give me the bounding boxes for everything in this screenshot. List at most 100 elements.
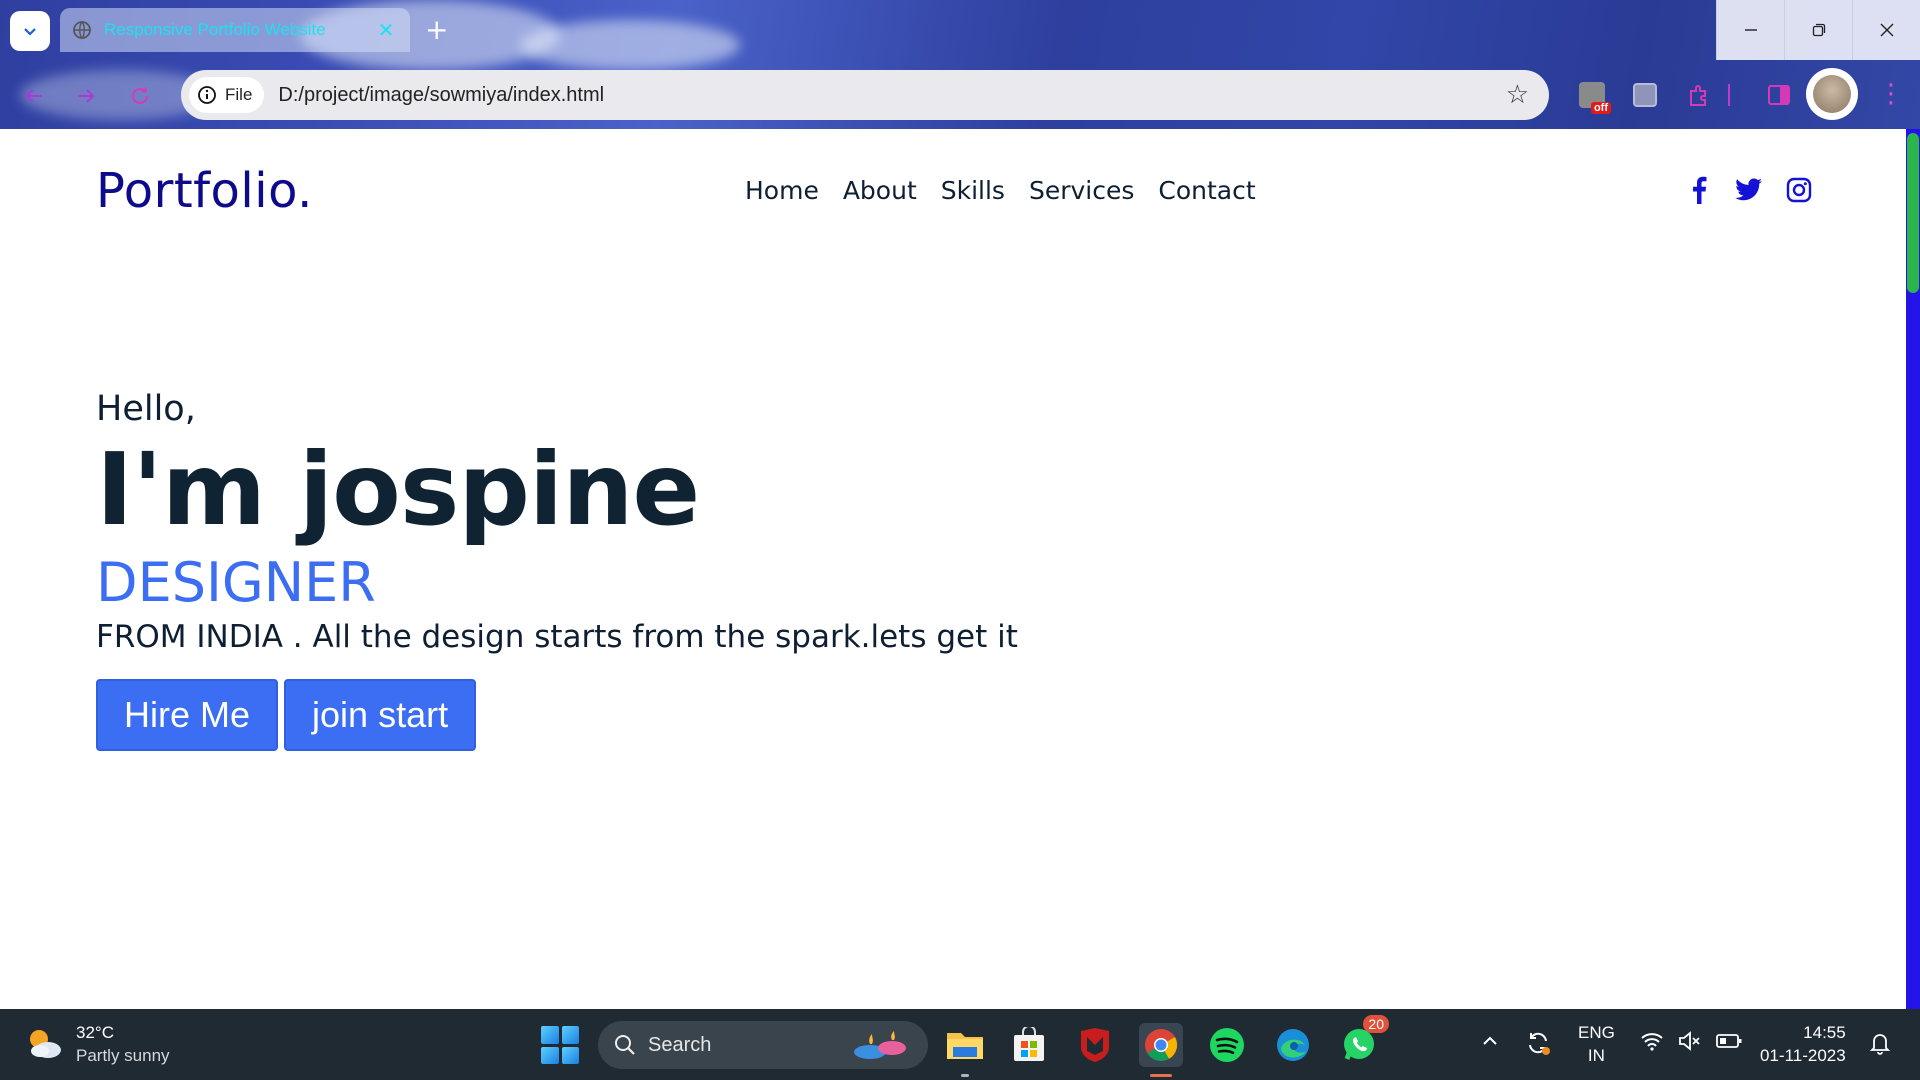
weather-widget[interactable]: 32°C Partly sunny	[24, 1021, 170, 1067]
start-logo-tile	[561, 1046, 579, 1064]
nav-link-skills[interactable]: Skills	[941, 176, 1005, 205]
taskbar-microsoft-store[interactable]	[1007, 1023, 1051, 1067]
taskbar-whatsapp[interactable]: 20	[1337, 1015, 1389, 1067]
sync-icon	[1529, 1032, 1550, 1055]
social-links	[1684, 175, 1814, 205]
browser-toolbar: File D:/project/image/sowmiya/index.html…	[0, 60, 1920, 129]
show-hidden-icons-button[interactable]	[1480, 1031, 1500, 1057]
speaker-muted-icon	[1679, 1031, 1700, 1051]
system-tray-icons[interactable]	[1640, 1031, 1742, 1051]
extension-button[interactable]: off	[1577, 80, 1611, 114]
taskbar-chrome[interactable]	[1139, 1023, 1183, 1077]
partly-sunny-icon	[30, 1030, 61, 1058]
chevron-down-icon	[24, 28, 36, 36]
search-icon	[615, 1035, 635, 1055]
info-icon	[198, 86, 216, 104]
page-scrollbar[interactable]	[1906, 129, 1920, 1009]
restore-icon	[1812, 23, 1825, 37]
bookmark-star-icon[interactable]: ☆	[1506, 80, 1529, 110]
profile-button[interactable]	[1806, 68, 1858, 120]
avatar	[1813, 75, 1851, 113]
nav-link-contact[interactable]: Contact	[1158, 176, 1255, 205]
clock-time: 14:55	[1803, 1023, 1846, 1042]
search-label: Search	[648, 1033, 712, 1056]
minimize-button[interactable]	[1716, 0, 1784, 60]
extension-square-icon	[1633, 83, 1657, 107]
sync-status-button[interactable]	[1524, 1029, 1552, 1063]
restore-button[interactable]	[1784, 0, 1852, 60]
new-tab-button[interactable]: +	[425, 14, 448, 46]
start-logo-tile	[561, 1026, 579, 1044]
facebook-icon[interactable]	[1684, 175, 1714, 205]
instagram-icon[interactable]	[1784, 175, 1814, 205]
close-icon	[1880, 23, 1893, 37]
toolbar-divider	[1726, 80, 1732, 110]
globe-icon	[73, 21, 91, 39]
hero-name: I'm jospine	[96, 431, 700, 548]
wifi-icon	[1641, 1033, 1663, 1051]
divider-line	[1728, 84, 1730, 106]
reload-icon	[132, 87, 148, 104]
hire-me-button[interactable]: Hire Me	[96, 679, 279, 751]
edge-icon	[1277, 1029, 1309, 1061]
twitter-icon[interactable]	[1734, 175, 1764, 205]
browser-chrome: Responsive Portfolio Website ✕ + File D:…	[0, 0, 1920, 129]
bell-icon	[1869, 1034, 1891, 1055]
reload-button[interactable]	[122, 78, 158, 114]
side-panel-icon	[1768, 85, 1790, 105]
windows-taskbar: 32°C Partly sunny Search 20 ENG IN 14:55…	[0, 1009, 1920, 1080]
hero-role: DESIGNER	[96, 551, 376, 614]
puzzle-icon	[1690, 85, 1706, 106]
nav-link-home[interactable]: Home	[745, 176, 819, 205]
arrow-left-icon	[25, 89, 42, 103]
join-start-button[interactable]: join start	[284, 679, 477, 751]
minimize-icon	[1744, 29, 1757, 31]
nav-link-about[interactable]: About	[843, 176, 917, 205]
side-panel-button[interactable]	[1764, 80, 1794, 110]
main-nav: Home About Skills Services Contact	[745, 176, 1256, 205]
start-logo-tile	[541, 1046, 559, 1064]
back-button[interactable]	[16, 78, 52, 114]
folder-icon	[947, 1033, 983, 1059]
extension-button[interactable]	[1630, 80, 1660, 110]
tab-search-button[interactable]	[10, 11, 50, 51]
close-window-button[interactable]	[1852, 0, 1920, 60]
menu-kebab-icon[interactable]: ⋮	[1878, 80, 1904, 108]
extensions-menu-button[interactable]	[1684, 80, 1714, 110]
close-icon[interactable]: ✕	[374, 18, 398, 42]
mcafee-shield-icon	[1081, 1028, 1109, 1062]
tab-active[interactable]: Responsive Portfolio Website ✕	[60, 8, 410, 52]
hero-actions: Hire Me join start	[96, 679, 1018, 751]
clock-date: 01-11-2023	[1760, 1046, 1846, 1065]
arrow-right-icon	[78, 89, 95, 103]
clock[interactable]: 14:55 01-11-2023	[1760, 1021, 1846, 1067]
taskbar-spotify[interactable]	[1205, 1023, 1249, 1067]
taskbar-search[interactable]: Search	[598, 1021, 928, 1069]
extension-off-icon: off	[1579, 82, 1611, 114]
file-chip-label: File	[225, 85, 253, 104]
start-logo-tile	[541, 1026, 559, 1044]
site-logo[interactable]: Portfolio.	[96, 163, 313, 219]
taskbar-file-explorer[interactable]	[943, 1023, 987, 1077]
url-text[interactable]: D:/project/image/sowmiya/index.html	[278, 84, 1505, 107]
region-code: IN	[1587, 1046, 1605, 1065]
windows-start-button[interactable]	[541, 1026, 579, 1064]
hero-section: Hello, I'm jospine DESIGNER FROM INDIA .…	[96, 389, 1018, 751]
window-controls	[1716, 0, 1920, 60]
app-active-indicator	[1150, 1074, 1172, 1077]
address-bar[interactable]: File D:/project/image/sowmiya/index.html…	[181, 70, 1549, 120]
weather-condition: Partly sunny	[76, 1046, 170, 1065]
tab-strip: Responsive Portfolio Website ✕ +	[0, 0, 1920, 60]
extension-off-badge: off	[1590, 102, 1611, 114]
site-header: Portfolio. Home About Skills Services Co…	[0, 129, 1906, 255]
site-info-chip[interactable]: File	[189, 77, 265, 113]
taskbar-mcafee[interactable]	[1073, 1023, 1117, 1067]
taskbar-edge[interactable]	[1271, 1023, 1315, 1067]
spotify-icon	[1210, 1028, 1244, 1062]
scrollbar-thumb[interactable]	[1907, 133, 1919, 293]
notifications-button[interactable]	[1868, 1031, 1892, 1061]
language-indicator[interactable]: ENG IN	[1578, 1021, 1615, 1067]
nav-link-services[interactable]: Services	[1029, 176, 1134, 205]
tab-title: Responsive Portfolio Website	[104, 20, 326, 39]
forward-button[interactable]	[68, 78, 104, 114]
